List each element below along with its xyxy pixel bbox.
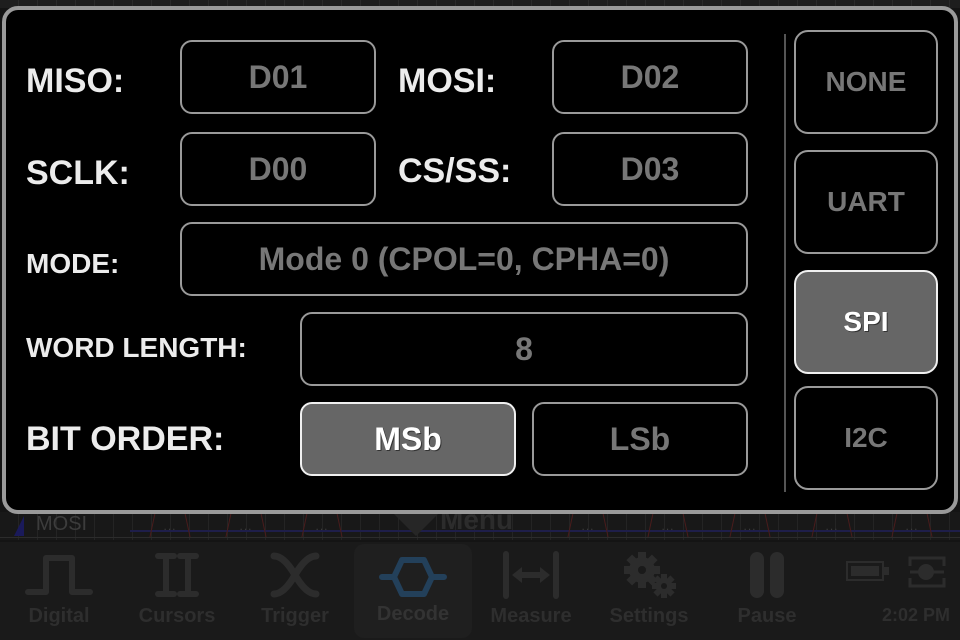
miso-label: MISO: bbox=[26, 62, 125, 100]
toolbar-digital-button[interactable]: Digital bbox=[0, 542, 118, 640]
toolbar-label: Trigger bbox=[261, 605, 329, 627]
measure-icon bbox=[503, 551, 559, 599]
cursors-icon bbox=[155, 553, 199, 597]
trace-segment: ... bbox=[808, 513, 856, 537]
toolbar-trigger-button[interactable]: Trigger bbox=[236, 542, 354, 640]
pause-icon bbox=[750, 552, 784, 598]
status-area: 2:02 PM bbox=[830, 542, 960, 640]
protocol-uart-button[interactable]: UART bbox=[794, 150, 938, 254]
toolbar-measure-button[interactable]: Measure bbox=[472, 542, 590, 640]
clock: 2:02 PM bbox=[881, 605, 950, 625]
sclk-channel-field[interactable]: D00 bbox=[180, 132, 376, 206]
trace-segment: ... bbox=[298, 513, 346, 537]
toolbar-label: Digital bbox=[28, 605, 90, 627]
panel-divider bbox=[784, 34, 786, 492]
trace-segment: ... bbox=[222, 513, 270, 537]
bit-order-lsb-button[interactable]: LSb bbox=[532, 402, 748, 476]
protocol-none-button[interactable]: NONE bbox=[794, 30, 938, 134]
bit-order-msb-button[interactable]: MSb bbox=[300, 402, 516, 476]
gear-icon bbox=[624, 552, 676, 598]
trace-segment: ... bbox=[564, 513, 612, 537]
cs-label: CS/SS: bbox=[398, 152, 512, 190]
protocol-i2c-button[interactable]: I2C bbox=[794, 386, 938, 490]
toolbar-label: Pause bbox=[737, 605, 797, 627]
bit-order-label: BIT ORDER: bbox=[26, 420, 225, 458]
square-wave-icon bbox=[25, 555, 93, 595]
toolbar-label: Measure bbox=[490, 605, 572, 627]
connection-icon bbox=[908, 556, 946, 588]
word-length-field[interactable]: 8 bbox=[300, 312, 748, 386]
trace-segment: ... bbox=[644, 513, 692, 537]
trigger-icon bbox=[270, 552, 320, 598]
toolbar-settings-button[interactable]: Settings bbox=[590, 542, 708, 640]
trace-segment: ... bbox=[146, 513, 194, 537]
toolbar-label: Decode bbox=[376, 603, 450, 625]
toolbar-decode-button[interactable]: Decode bbox=[354, 544, 472, 638]
decode-settings-panel: MISO: D01 MOSI: D02 SCLK: D00 CS/SS: D03… bbox=[2, 6, 958, 514]
trace-baseline bbox=[0, 537, 960, 538]
trace-segment: ... bbox=[726, 513, 774, 537]
toolbar-cursors-button[interactable]: Cursors bbox=[118, 542, 236, 640]
cs-channel-field[interactable]: D03 bbox=[552, 132, 748, 206]
mosi-label: MOSI: bbox=[398, 62, 497, 100]
bottom-toolbar: Digital Cursors Trigger Decode Measure S… bbox=[0, 542, 960, 640]
mosi-channel-field[interactable]: D02 bbox=[552, 40, 748, 114]
trace-channel-label: MOSI bbox=[36, 513, 88, 535]
sclk-label: SCLK: bbox=[26, 154, 130, 192]
mode-label: MODE: bbox=[26, 248, 120, 279]
toolbar-label: Cursors bbox=[138, 605, 216, 627]
battery-icon bbox=[846, 561, 889, 581]
decode-icon bbox=[379, 557, 447, 597]
miso-channel-field[interactable]: D01 bbox=[180, 40, 376, 114]
toolbar-pause-button[interactable]: Pause bbox=[708, 542, 826, 640]
mode-select[interactable]: Mode 0 (CPOL=0, CPHA=0) bbox=[180, 222, 748, 296]
word-length-label: WORD LENGTH: bbox=[26, 332, 247, 363]
protocol-spi-button[interactable]: SPI bbox=[794, 270, 938, 374]
trace-segment: ... bbox=[888, 513, 936, 537]
toolbar-label: Settings bbox=[609, 605, 689, 627]
